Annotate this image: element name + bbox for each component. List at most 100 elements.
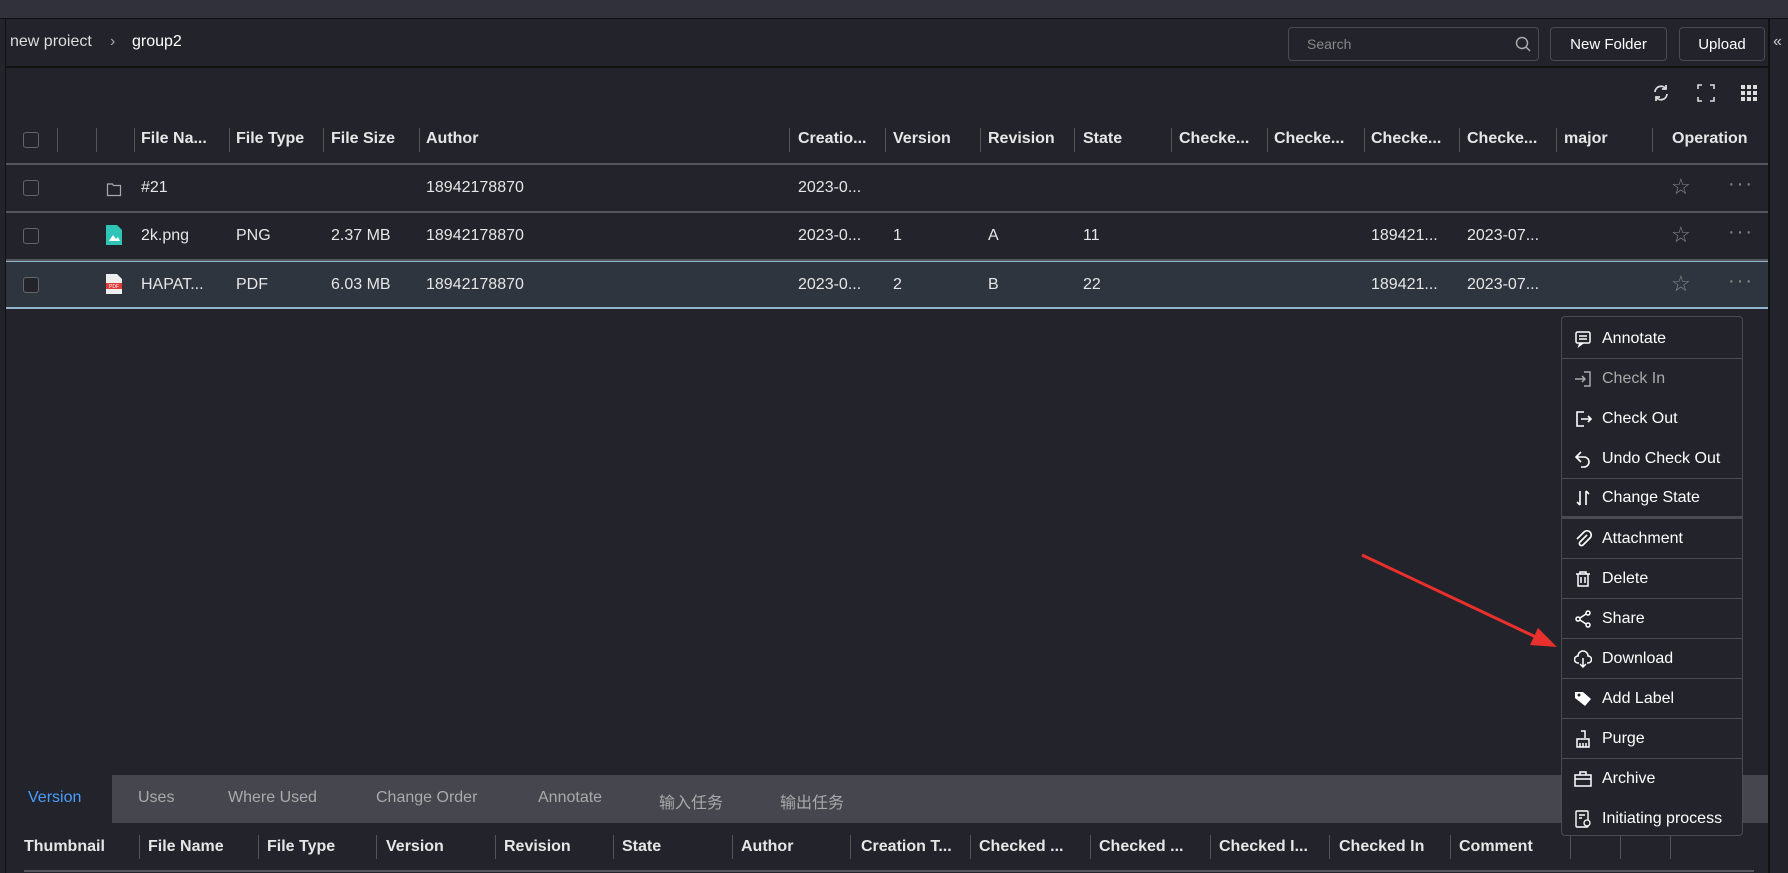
column-separator[interactable] xyxy=(419,128,420,152)
column-separator[interactable] xyxy=(885,128,886,152)
bottom-column-header[interactable]: Version xyxy=(386,838,444,856)
menu-item-delete[interactable]: Delete xyxy=(1562,559,1742,599)
bottom-column-header[interactable]: Checked I... xyxy=(1219,838,1308,856)
bottom-column-header[interactable]: Comment xyxy=(1459,838,1533,856)
tab-0[interactable]: Version xyxy=(28,789,81,807)
row-checkbox[interactable] xyxy=(23,180,39,196)
column-header[interactable]: Checke... xyxy=(1371,130,1441,148)
tab-4[interactable]: Annotate xyxy=(538,789,602,807)
menu-item-change-state[interactable]: Change State xyxy=(1562,479,1742,519)
column-header[interactable]: State xyxy=(1083,130,1122,148)
image-file-icon xyxy=(106,225,122,250)
column-separator[interactable] xyxy=(1329,835,1330,859)
column-separator[interactable] xyxy=(1210,835,1211,859)
tab-6[interactable]: 输出任务 xyxy=(780,789,844,813)
column-separator[interactable] xyxy=(1090,835,1091,859)
fullscreen-icon[interactable] xyxy=(1697,84,1715,102)
bottom-column-header[interactable]: Checked ... xyxy=(1099,838,1183,856)
bottom-column-header[interactable]: Checked ... xyxy=(979,838,1063,856)
menu-item-label: Initiating process xyxy=(1602,810,1723,827)
column-separator[interactable] xyxy=(1450,835,1451,859)
column-separator[interactable] xyxy=(1267,128,1268,152)
column-separator[interactable] xyxy=(495,835,496,859)
column-separator[interactable] xyxy=(850,835,851,859)
column-header[interactable]: File Na... xyxy=(141,130,207,148)
archive-icon xyxy=(1574,771,1592,787)
menu-item-purge[interactable]: Purge xyxy=(1562,719,1742,759)
tab-2[interactable]: Where Used xyxy=(228,789,317,807)
column-separator[interactable] xyxy=(229,128,230,152)
bottom-column-header[interactable]: State xyxy=(622,838,661,856)
column-separator[interactable] xyxy=(980,128,981,152)
column-header[interactable]: Operation xyxy=(1672,130,1748,148)
breadcrumb-parent[interactable]: new proiect xyxy=(10,33,92,51)
column-header[interactable]: Checke... xyxy=(1179,130,1249,148)
menu-item-initiating-process[interactable]: Initiating process xyxy=(1562,799,1742,839)
column-separator[interactable] xyxy=(789,128,790,152)
column-separator[interactable] xyxy=(613,835,614,859)
menu-item-share[interactable]: Share xyxy=(1562,599,1742,639)
bottom-column-header[interactable]: Revision xyxy=(504,838,571,856)
more-options-icon[interactable]: ··· xyxy=(1728,270,1754,293)
table-row[interactable]: PDF HAPAT... PDF 6.03 MB 18942178870 2023-0..… xyxy=(6,261,1768,309)
search-icon[interactable] xyxy=(1515,36,1531,52)
tab-1[interactable]: Uses xyxy=(138,789,174,807)
collapse-icon[interactable]: « xyxy=(1773,33,1782,51)
column-separator[interactable] xyxy=(1459,128,1460,152)
column-separator[interactable] xyxy=(376,835,377,859)
column-header[interactable]: Author xyxy=(426,130,478,148)
column-separator[interactable] xyxy=(57,128,58,152)
bottom-column-header[interactable]: File Name xyxy=(148,838,224,856)
column-separator[interactable] xyxy=(1652,128,1653,152)
row-checkbox[interactable] xyxy=(23,228,39,244)
star-icon[interactable]: ☆ xyxy=(1671,174,1691,200)
menu-item-add-label[interactable]: Add Label xyxy=(1562,679,1742,719)
menu-item-check-in[interactable]: Check In xyxy=(1562,359,1742,399)
column-separator[interactable] xyxy=(258,835,259,859)
grid-icon[interactable] xyxy=(1740,84,1758,102)
tab-3[interactable]: Change Order xyxy=(376,789,477,807)
search-input[interactable] xyxy=(1288,27,1539,61)
column-header[interactable]: Creatio... xyxy=(798,130,866,148)
bottom-column-header[interactable]: File Type xyxy=(267,838,335,856)
tab-5[interactable]: 输入任务 xyxy=(659,789,723,813)
column-header[interactable]: Revision xyxy=(988,130,1055,148)
star-icon[interactable]: ☆ xyxy=(1671,222,1691,248)
column-separator[interactable] xyxy=(1074,128,1075,152)
column-separator[interactable] xyxy=(323,128,324,152)
menu-item-annotate[interactable]: Annotate xyxy=(1562,319,1742,359)
new-folder-button[interactable]: New Folder xyxy=(1550,27,1667,61)
more-options-icon[interactable]: ··· xyxy=(1728,173,1754,196)
column-header[interactable]: Checke... xyxy=(1274,130,1344,148)
column-separator[interactable] xyxy=(139,835,140,859)
column-separator[interactable] xyxy=(96,128,97,152)
column-separator[interactable] xyxy=(732,835,733,859)
bottom-column-header[interactable]: Thumbnail xyxy=(24,838,105,856)
column-separator[interactable] xyxy=(1556,128,1557,152)
column-header[interactable]: Version xyxy=(893,130,951,148)
bottom-column-header[interactable]: Author xyxy=(741,838,793,856)
refresh-icon[interactable] xyxy=(1652,84,1670,102)
bottom-column-header[interactable]: Creation T... xyxy=(861,838,952,856)
column-separator[interactable] xyxy=(1171,128,1172,152)
upload-button[interactable]: Upload xyxy=(1679,27,1765,61)
menu-item-check-out[interactable]: Check Out xyxy=(1562,399,1742,439)
column-header[interactable]: File Size xyxy=(331,130,395,148)
column-header[interactable]: File Type xyxy=(236,130,304,148)
select-all-checkbox[interactable] xyxy=(23,132,39,148)
table-row[interactable]: 2k.png PNG 2.37 MB 18942178870 2023-0... 1 A 11… xyxy=(6,213,1768,261)
column-header[interactable]: Checke... xyxy=(1467,130,1537,148)
menu-item-undo-check-out[interactable]: Undo Check Out xyxy=(1562,439,1742,479)
star-icon[interactable]: ☆ xyxy=(1671,271,1691,297)
menu-item-attachment[interactable]: Attachment xyxy=(1562,519,1742,559)
row-checkbox[interactable] xyxy=(23,277,39,293)
column-header[interactable]: major xyxy=(1564,130,1608,148)
menu-item-download[interactable]: Download xyxy=(1562,639,1742,679)
bottom-column-header[interactable]: Checked In xyxy=(1339,838,1424,856)
column-separator[interactable] xyxy=(970,835,971,859)
column-separator[interactable] xyxy=(134,128,135,152)
more-options-icon[interactable]: ··· xyxy=(1728,221,1754,244)
table-row[interactable]: #21 18942178870 2023-0... ☆ ··· xyxy=(6,165,1768,213)
column-separator[interactable] xyxy=(1364,128,1365,152)
menu-item-archive[interactable]: Archive xyxy=(1562,759,1742,799)
